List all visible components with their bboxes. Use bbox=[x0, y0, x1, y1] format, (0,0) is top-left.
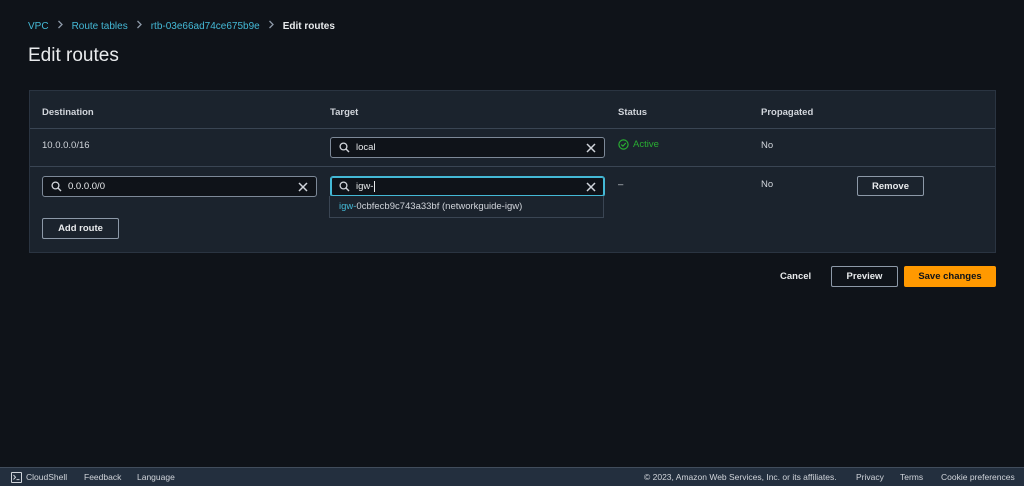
chevron-right-icon bbox=[268, 20, 275, 32]
routes-panel: Destination Target Status Propagated 10.… bbox=[29, 90, 996, 253]
breadcrumb: VPC Route tables rtb-03e66ad74ce675b9e E… bbox=[28, 19, 335, 33]
save-changes-button[interactable]: Save changes bbox=[904, 266, 996, 287]
row1-propagated: No bbox=[761, 140, 774, 151]
suggestion-match: igw- bbox=[339, 201, 357, 212]
search-icon bbox=[339, 142, 350, 153]
add-route-button[interactable]: Add route bbox=[42, 218, 119, 239]
preview-button[interactable]: Preview bbox=[831, 266, 898, 287]
column-header-target: Target bbox=[330, 107, 359, 118]
copyright-text: © 2023, Amazon Web Services, Inc. or its… bbox=[644, 472, 837, 482]
close-icon[interactable] bbox=[585, 142, 597, 154]
footer: CloudShell Feedback Language © 2023, Ama… bbox=[0, 467, 1024, 486]
row2-destination-input[interactable]: 0.0.0.0/0 bbox=[42, 176, 317, 197]
remove-button[interactable]: Remove bbox=[857, 176, 924, 196]
breadcrumb-route-table-id[interactable]: rtb-03e66ad74ce675b9e bbox=[151, 21, 260, 32]
breadcrumb-vpc[interactable]: VPC bbox=[28, 21, 49, 32]
breadcrumb-route-tables[interactable]: Route tables bbox=[72, 21, 128, 32]
text-cursor bbox=[374, 181, 376, 192]
row1-target-input[interactable]: local bbox=[330, 137, 605, 158]
row1-target-value: local bbox=[356, 142, 376, 153]
suggestion-rest: 0cbfecb9c743a33bf (networkguide-igw) bbox=[356, 201, 523, 212]
search-icon bbox=[51, 181, 62, 192]
row2-destination-value: 0.0.0.0/0 bbox=[68, 181, 105, 192]
row-divider bbox=[30, 166, 995, 167]
status-badge: Active bbox=[618, 139, 659, 150]
cloudshell-link[interactable]: CloudShell bbox=[26, 472, 67, 482]
column-header-propagated: Propagated bbox=[761, 107, 814, 118]
column-header-status: Status bbox=[618, 107, 648, 118]
chevron-right-icon bbox=[57, 20, 64, 32]
column-header-destination: Destination bbox=[42, 107, 94, 118]
row2-status: – bbox=[618, 179, 624, 190]
row1-status-text: Active bbox=[633, 139, 659, 150]
row2-target-input[interactable]: igw- bbox=[330, 176, 605, 197]
search-icon bbox=[339, 181, 350, 192]
chevron-right-icon bbox=[136, 20, 143, 32]
close-icon[interactable] bbox=[297, 181, 309, 193]
privacy-link[interactable]: Privacy bbox=[856, 472, 884, 482]
cookie-preferences-link[interactable]: Cookie preferences bbox=[941, 472, 1015, 482]
breadcrumb-current: Edit routes bbox=[282, 20, 335, 32]
page-title: Edit routes bbox=[28, 45, 119, 66]
row2-target-value: igw- bbox=[356, 181, 374, 192]
close-icon[interactable] bbox=[585, 181, 597, 193]
cancel-button[interactable]: Cancel bbox=[780, 271, 811, 282]
check-circle-icon bbox=[618, 139, 629, 150]
row2-propagated: No bbox=[761, 179, 774, 190]
feedback-link[interactable]: Feedback bbox=[84, 472, 121, 482]
header-divider bbox=[30, 128, 995, 129]
language-link[interactable]: Language bbox=[137, 472, 175, 482]
cloudshell-icon[interactable] bbox=[11, 472, 22, 483]
target-suggestion-option[interactable]: igw- 0cbfecb9c743a33bf (networkguide-igw) bbox=[329, 196, 604, 218]
terms-link[interactable]: Terms bbox=[900, 472, 923, 482]
row1-destination: 10.0.0.0/16 bbox=[42, 140, 90, 151]
